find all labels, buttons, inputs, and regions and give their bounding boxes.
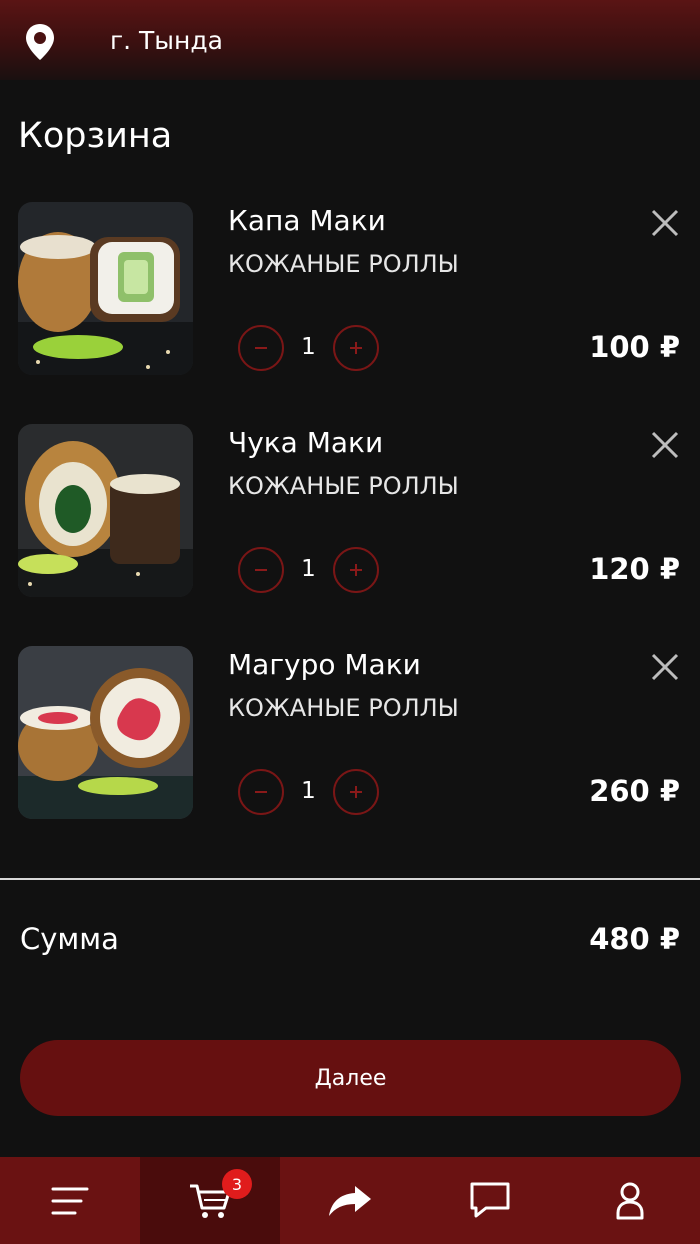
menu-icon: [51, 1187, 89, 1214]
item-price: 100 ₽: [589, 330, 680, 364]
plus-icon: [350, 342, 362, 354]
item-price: 260 ₽: [589, 774, 680, 808]
cart-item: Капа Маки КОЖАНЫЕ РОЛЛЫ 1 100 ₽: [0, 200, 700, 422]
cart-item: Магуро Маки КОЖАНЫЕ РОЛЛЫ 1 260 ₽: [0, 644, 700, 866]
decrease-quantity-button[interactable]: [238, 769, 284, 815]
quantity-value: 1: [301, 334, 316, 360]
remove-item-button[interactable]: [648, 428, 682, 462]
location-pin-icon[interactable]: [22, 22, 58, 62]
cart-item: Чука Маки КОЖАНЫЕ РОЛЛЫ 1 120 ₽: [0, 422, 700, 644]
page-title: Корзина: [18, 116, 173, 156]
divider: [0, 878, 700, 880]
item-name: Магуро Маки: [228, 648, 421, 681]
plus-icon: [350, 564, 362, 576]
share-icon: [329, 1185, 371, 1216]
bottom-nav: 3: [0, 1157, 700, 1244]
quantity-value: 1: [301, 778, 316, 804]
remove-item-button[interactable]: [648, 206, 682, 240]
nav-item-cart[interactable]: 3: [140, 1157, 280, 1244]
sum-label: Сумма: [20, 922, 119, 956]
increase-quantity-button[interactable]: [333, 325, 379, 371]
quantity-value: 1: [301, 556, 316, 582]
increase-quantity-button[interactable]: [333, 547, 379, 593]
nav-item-menu[interactable]: [0, 1157, 140, 1244]
city-selector[interactable]: г. Тында: [110, 26, 223, 55]
nav-item-profile[interactable]: [560, 1157, 700, 1244]
minus-icon: [255, 347, 267, 349]
chat-icon: [470, 1182, 510, 1217]
product-image: [18, 202, 193, 375]
next-button[interactable]: Далее: [20, 1040, 681, 1116]
item-name: Чука Маки: [228, 426, 384, 459]
decrease-quantity-button[interactable]: [238, 325, 284, 371]
nav-item-share[interactable]: [280, 1157, 420, 1244]
increase-quantity-button[interactable]: [333, 769, 379, 815]
item-price: 120 ₽: [589, 552, 680, 586]
cart-count-badge: 3: [222, 1169, 252, 1199]
remove-item-button[interactable]: [648, 650, 682, 684]
product-image: [18, 646, 193, 819]
sum-total: 480 ₽: [589, 922, 680, 956]
item-name: Капа Маки: [228, 204, 386, 237]
plus-icon: [350, 786, 362, 798]
item-category: КОЖАНЫЕ РОЛЛЫ: [228, 250, 459, 278]
cart-list: Капа Маки КОЖАНЫЕ РОЛЛЫ 1 100 ₽ Чука Мак…: [0, 200, 700, 866]
item-category: КОЖАНЫЕ РОЛЛЫ: [228, 472, 459, 500]
product-image: [18, 424, 193, 597]
minus-icon: [255, 569, 267, 571]
top-bar: г. Тында: [0, 0, 700, 80]
item-category: КОЖАНЫЕ РОЛЛЫ: [228, 694, 459, 722]
nav-item-chat[interactable]: [420, 1157, 560, 1244]
decrease-quantity-button[interactable]: [238, 547, 284, 593]
profile-icon: [616, 1182, 644, 1219]
minus-icon: [255, 791, 267, 793]
